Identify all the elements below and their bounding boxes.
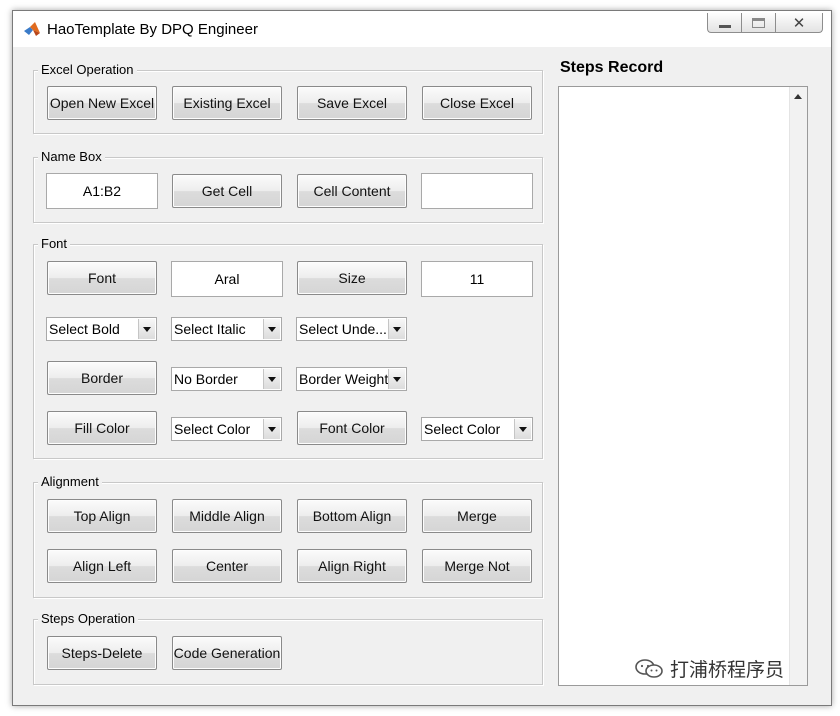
chevron-down-icon[interactable] bbox=[388, 319, 405, 339]
steps-record-list[interactable] bbox=[558, 86, 808, 686]
minimize-icon bbox=[718, 25, 731, 28]
underline-select[interactable]: Select Unde... bbox=[296, 317, 407, 341]
bold-select[interactable]: Select Bold bbox=[46, 317, 157, 341]
minimize-button[interactable] bbox=[707, 13, 741, 33]
border-select[interactable]: No Border bbox=[171, 367, 282, 391]
open-new-excel-button[interactable]: Open New Excel bbox=[47, 86, 157, 120]
alignment-title: Alignment bbox=[38, 474, 102, 490]
cell-content-button[interactable]: Cell Content bbox=[297, 174, 407, 208]
italic-select[interactable]: Select Italic bbox=[171, 317, 282, 341]
name-box-group: Name Box A1:B2 Get Cell Cell Content bbox=[33, 149, 543, 223]
chevron-down-icon[interactable] bbox=[263, 369, 280, 389]
bottom-align-button[interactable]: Bottom Align bbox=[297, 499, 407, 533]
close-excel-button[interactable]: Close Excel bbox=[422, 86, 532, 120]
scroll-up-arrow-icon[interactable] bbox=[794, 94, 802, 99]
matlab-logo-icon bbox=[24, 22, 40, 36]
cell-content-input[interactable] bbox=[421, 173, 533, 209]
window-title: HaoTemplate By DPQ Engineer bbox=[47, 21, 258, 38]
watermark-text: 打浦桥程序员 bbox=[670, 659, 785, 681]
border-weight-select[interactable]: Border Weight bbox=[296, 367, 407, 391]
center-button[interactable]: Center bbox=[172, 549, 282, 583]
chevron-down-icon[interactable] bbox=[263, 419, 280, 439]
size-button[interactable]: Size bbox=[297, 261, 407, 295]
align-left-button[interactable]: Align Left bbox=[47, 549, 157, 583]
chevron-down-icon[interactable] bbox=[138, 319, 155, 339]
fill-color-select[interactable]: Select Color bbox=[171, 417, 282, 441]
font-button[interactable]: Font bbox=[47, 261, 157, 295]
wechat-icon bbox=[635, 658, 663, 678]
font-title: Font bbox=[38, 236, 71, 252]
chevron-down-icon[interactable] bbox=[263, 319, 280, 339]
chevron-down-icon[interactable] bbox=[388, 369, 405, 389]
chevron-down-icon[interactable] bbox=[514, 419, 531, 439]
watermark: 打浦桥程序员 bbox=[634, 655, 784, 682]
font-color-button[interactable]: Font Color bbox=[297, 411, 407, 445]
font-size-input[interactable]: 11 bbox=[421, 261, 533, 297]
existing-excel-button[interactable]: Existing Excel bbox=[172, 86, 282, 120]
steps-operation-group: Steps Operation Steps-Delete Code Genera… bbox=[33, 611, 543, 685]
app-window: HaoTemplate By DPQ Engineer ✕ Excel Oper… bbox=[12, 10, 832, 706]
align-right-button[interactable]: Align Right bbox=[297, 549, 407, 583]
close-icon: ✕ bbox=[792, 13, 806, 32]
font-color-select[interactable]: Select Color bbox=[421, 417, 533, 441]
border-button[interactable]: Border bbox=[47, 361, 157, 395]
font-color-select-value: Select Color bbox=[424, 421, 501, 437]
fill-color-button[interactable]: Fill Color bbox=[47, 411, 157, 445]
top-align-button[interactable]: Top Align bbox=[47, 499, 157, 533]
merge-button[interactable]: Merge bbox=[422, 499, 532, 533]
border-weight-select-value: Border Weight bbox=[299, 371, 389, 387]
fill-color-select-value: Select Color bbox=[174, 421, 251, 437]
steps-delete-button[interactable]: Steps-Delete bbox=[47, 636, 157, 670]
window-controls: ✕ bbox=[707, 13, 823, 35]
italic-select-value: Select Italic bbox=[174, 321, 246, 337]
excel-operation-title: Excel Operation bbox=[38, 62, 137, 78]
name-box-title: Name Box bbox=[38, 149, 105, 165]
steps-operation-title: Steps Operation bbox=[38, 611, 138, 627]
code-generation-button[interactable]: Code Generation bbox=[172, 636, 282, 670]
steps-record-title: Steps Record bbox=[560, 59, 664, 76]
maximize-button[interactable] bbox=[741, 13, 775, 33]
middle-align-button[interactable]: Middle Align bbox=[172, 499, 282, 533]
steps-record-scrollbar[interactable] bbox=[789, 87, 807, 685]
border-select-value: No Border bbox=[174, 371, 238, 387]
font-group: Font Font Aral Size 11 Select Bold Selec… bbox=[33, 236, 543, 459]
close-button[interactable]: ✕ bbox=[775, 13, 823, 33]
font-name-input[interactable]: Aral bbox=[171, 261, 283, 297]
excel-operation-group: Excel Operation Open New Excel Existing … bbox=[33, 62, 543, 134]
merge-not-button[interactable]: Merge Not bbox=[422, 549, 532, 583]
title-bar: HaoTemplate By DPQ Engineer ✕ bbox=[13, 11, 831, 47]
bold-select-value: Select Bold bbox=[49, 321, 120, 337]
alignment-group: Alignment Top Align Middle Align Bottom … bbox=[33, 474, 543, 598]
underline-select-value: Select Unde... bbox=[299, 321, 387, 337]
get-cell-button[interactable]: Get Cell bbox=[172, 174, 282, 208]
save-excel-button[interactable]: Save Excel bbox=[297, 86, 407, 120]
range-input[interactable]: A1:B2 bbox=[46, 173, 158, 209]
maximize-icon bbox=[752, 17, 765, 28]
